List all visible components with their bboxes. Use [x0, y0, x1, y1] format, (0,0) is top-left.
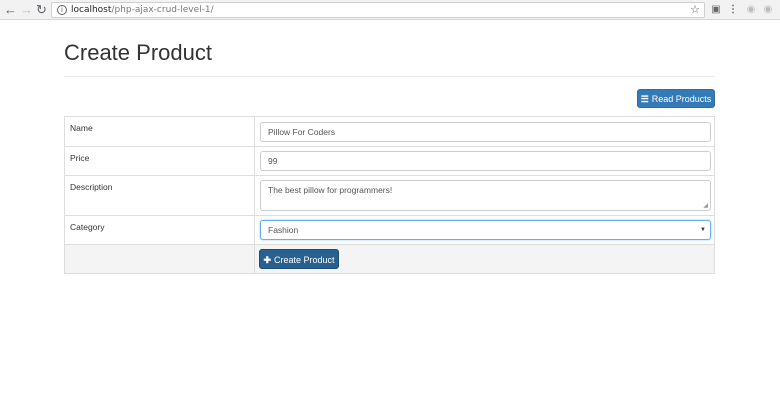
back-icon[interactable]: ← [3, 2, 18, 17]
name-input[interactable]: Pillow For Coders [260, 122, 711, 142]
category-label: Category [70, 222, 105, 232]
extension-icon[interactable]: ◉ [744, 3, 758, 17]
create-product-button[interactable]: ✚ Create Product [259, 249, 339, 269]
price-input[interactable]: 99 [260, 151, 711, 171]
category-select[interactable]: Fashion ▼ [260, 220, 711, 240]
browser-toolbar: ← → ↻ i localhost/php-ajax-crud-level-1/… [0, 0, 780, 20]
chevron-down-icon: ▼ [700, 227, 706, 233]
extension-icon-2[interactable]: ◉ [761, 3, 775, 17]
read-products-label: Read Products [651, 94, 712, 104]
form-row-price: Price 99 [65, 147, 714, 176]
form-row-actions [65, 245, 714, 273]
form-row-name: Name Pillow For Coders [65, 117, 714, 147]
form-row-description: Description The best pillow for programm… [65, 176, 714, 216]
camera-icon[interactable]: ▣ [709, 3, 723, 17]
label-cell: Price [65, 147, 255, 175]
info-icon[interactable]: i [57, 5, 67, 15]
menu-icon[interactable]: ⋮ [726, 3, 740, 17]
forward-icon[interactable]: → [19, 2, 34, 17]
category-selected-value: Fashion [268, 225, 299, 235]
url-host: localhost [71, 5, 112, 15]
label-cell [65, 245, 255, 273]
reload-icon[interactable]: ↻ [34, 2, 49, 17]
address-bar[interactable]: i localhost/php-ajax-crud-level-1/ ☆ [51, 2, 705, 18]
form-row-category: Category Fashion ▼ [65, 216, 714, 245]
description-text: The best pillow for programmers! [268, 185, 393, 195]
url-text[interactable]: localhost/php-ajax-crud-level-1/ [71, 4, 214, 16]
label-cell: Category [65, 216, 255, 244]
price-label: Price [70, 153, 90, 163]
title-divider [64, 76, 715, 77]
list-icon: ☰ [640, 94, 649, 104]
page-title: Create Product [64, 40, 212, 65]
plus-icon: ✚ [263, 255, 271, 265]
label-cell: Name [65, 117, 255, 146]
create-product-form: Name Pillow For Coders Price 99 Descript… [64, 116, 715, 274]
name-label: Name [70, 123, 93, 133]
description-textarea[interactable]: The best pillow for programmers! ◢ [260, 180, 711, 211]
label-cell: Description [65, 176, 255, 215]
url-path: /php-ajax-crud-level-1/ [111, 5, 214, 15]
resize-handle-icon[interactable]: ◢ [703, 203, 708, 209]
star-icon[interactable]: ☆ [690, 3, 700, 17]
create-product-label: Create Product [274, 255, 335, 265]
read-products-button[interactable]: ☰ Read Products [637, 89, 715, 108]
description-label: Description [70, 182, 113, 192]
